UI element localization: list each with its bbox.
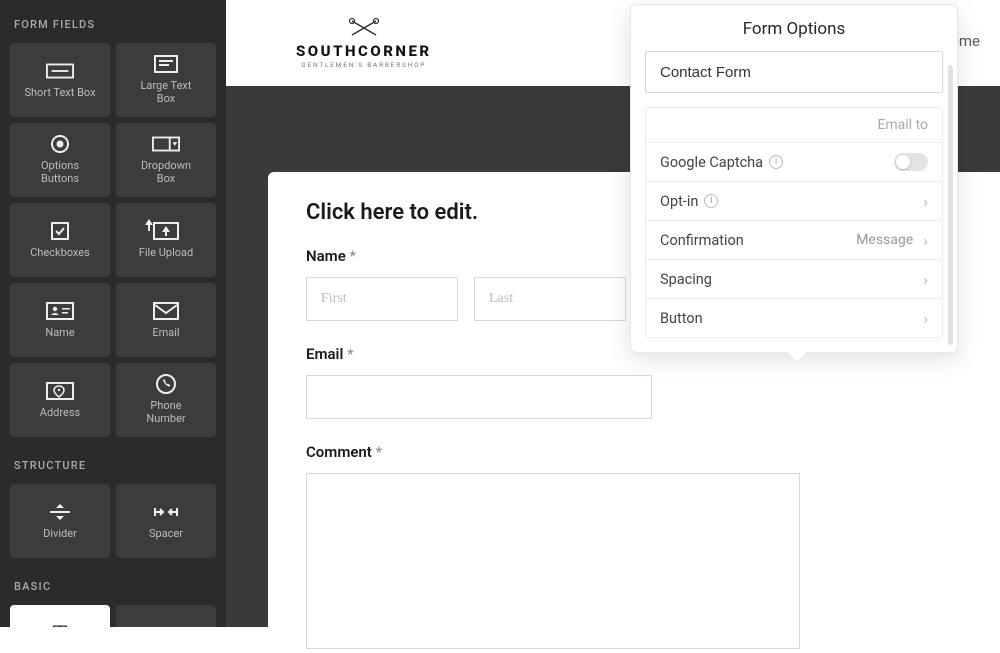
logo-subtitle: GENTLEMEN'S BARBERSHOP (301, 61, 426, 69)
element-palette-sidebar: FORM FIELDS Short Text Box Large Text Bo… (0, 0, 226, 627)
palette-large-text-box[interactable]: Large Text Box (116, 43, 216, 117)
file-upload-icon (152, 221, 180, 241)
scissors-icon (346, 17, 382, 39)
option-confirmation[interactable]: Confirmation Message› (646, 220, 942, 259)
option-google-captcha[interactable]: Google Captcha i (646, 142, 942, 181)
large-text-box-icon (152, 54, 180, 74)
palette-checkboxes[interactable]: Checkboxes (10, 203, 110, 277)
short-text-box-icon (46, 61, 74, 81)
sidebar-section-form-fields: FORM FIELDS (10, 10, 216, 43)
first-name-input[interactable] (306, 277, 458, 321)
popover-scrollbar[interactable] (948, 65, 953, 345)
spacer-icon (152, 502, 180, 522)
palette-text[interactable]: Text (116, 605, 216, 627)
comment-field-label: Comment * (306, 443, 962, 461)
sidebar-section-basic: BASIC (10, 572, 216, 605)
email-input[interactable] (306, 375, 652, 419)
chevron-right-icon: › (923, 231, 928, 250)
palette-address[interactable]: Address (10, 363, 110, 437)
option-spacing[interactable]: Spacing › (646, 259, 942, 298)
form-options-popover: Form Options Email to Google Captcha i O… (630, 4, 958, 353)
palette-phone-number[interactable]: Phone Number (116, 363, 216, 437)
chevron-right-icon: › (923, 309, 928, 328)
palette-email[interactable]: Email (116, 283, 216, 357)
logo-title: SOUTHCORNER (296, 42, 432, 60)
title-icon: T (46, 623, 74, 627)
palette-name[interactable]: Name (10, 283, 110, 357)
palette-file-upload[interactable]: File Upload (116, 203, 216, 277)
site-logo[interactable]: SOUTHCORNER GENTLEMEN'S BARBERSHOP (296, 17, 432, 69)
form-name-input[interactable] (645, 51, 943, 93)
option-optin[interactable]: Opt-in i › (646, 181, 942, 220)
palette-divider[interactable]: Divider (10, 484, 110, 558)
text-lines-icon (152, 623, 180, 627)
palette-options-buttons[interactable]: Options Buttons (10, 123, 110, 197)
chevron-right-icon: › (923, 270, 928, 289)
palette-spacer[interactable]: Spacer (116, 484, 216, 558)
captcha-toggle[interactable] (894, 153, 928, 171)
palette-short-text-box[interactable]: Short Text Box (10, 43, 110, 117)
address-icon (46, 381, 74, 401)
checkbox-icon (46, 221, 74, 241)
info-icon[interactable]: i (704, 194, 718, 208)
phone-icon (152, 374, 180, 394)
option-email-to[interactable]: Email to (646, 108, 942, 142)
name-card-icon (46, 301, 74, 321)
form-options-list: Email to Google Captcha i Opt-in i › Con… (645, 107, 943, 338)
divider-icon (46, 502, 74, 522)
radio-button-icon (46, 134, 74, 154)
chevron-right-icon: › (923, 192, 928, 211)
info-icon[interactable]: i (769, 155, 783, 169)
popover-title: Form Options (631, 5, 957, 51)
palette-dropdown-box[interactable]: Dropdown Box (116, 123, 216, 197)
dropdown-icon (152, 134, 180, 154)
palette-title[interactable]: T Title (10, 605, 110, 627)
envelope-icon (152, 301, 180, 321)
option-button[interactable]: Button › (646, 298, 942, 337)
sidebar-section-structure: STRUCTURE (10, 451, 216, 484)
comment-textarea[interactable] (306, 473, 800, 649)
last-name-input[interactable] (474, 277, 626, 321)
